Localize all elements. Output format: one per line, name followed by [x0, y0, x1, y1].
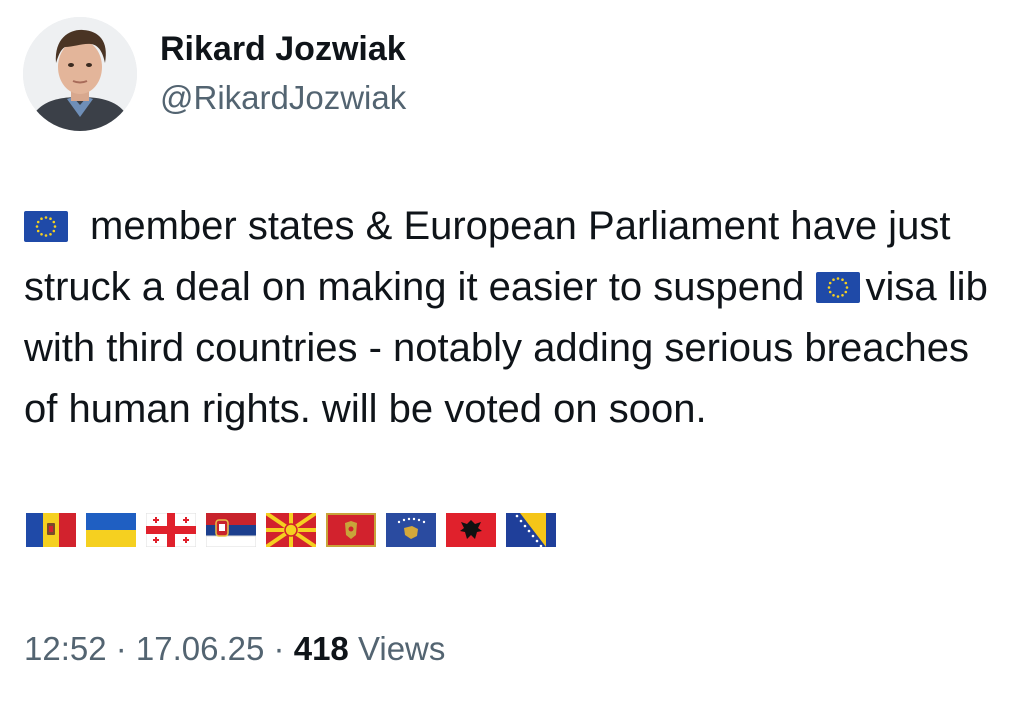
tweet-text-part-1: member states & European Parliament have… [24, 204, 951, 309]
tweet-date[interactable]: 17.06.25 [136, 630, 264, 667]
avatar-image [23, 17, 137, 131]
meta-separator: · [106, 630, 136, 667]
montenegro-flag-icon [326, 513, 376, 547]
tweet-card: Rikard Jozwiak @RikardJozwiak member sta… [0, 0, 1024, 704]
tweet-text: member states & European Parliament have… [24, 196, 1009, 440]
author-name[interactable]: Rikard Jozwiak [160, 30, 406, 69]
tweet-meta: 12:52 · 17.06.25 · 418 Views [24, 630, 445, 668]
north-macedonia-flag-icon [266, 513, 316, 547]
views-label: Views [348, 630, 446, 667]
eu-flag-icon [815, 272, 860, 303]
georgia-flag-icon [146, 513, 196, 547]
eu-flag-icon [24, 211, 68, 242]
ukraine-flag-icon [86, 513, 136, 547]
albania-flag-icon [446, 513, 496, 547]
kosovo-flag-icon [386, 513, 436, 547]
author-handle[interactable]: @RikardJozwiak [160, 79, 406, 117]
tweet-time[interactable]: 12:52 [24, 630, 107, 667]
serbia-flag-icon [206, 513, 256, 547]
moldova-flag-icon [26, 513, 76, 547]
views-count[interactable]: 418 [294, 630, 349, 667]
avatar[interactable] [23, 17, 137, 131]
bosnia-herzegovina-flag-icon [506, 513, 556, 547]
flag-emoji-row [26, 512, 556, 548]
meta-separator: · [264, 630, 294, 667]
